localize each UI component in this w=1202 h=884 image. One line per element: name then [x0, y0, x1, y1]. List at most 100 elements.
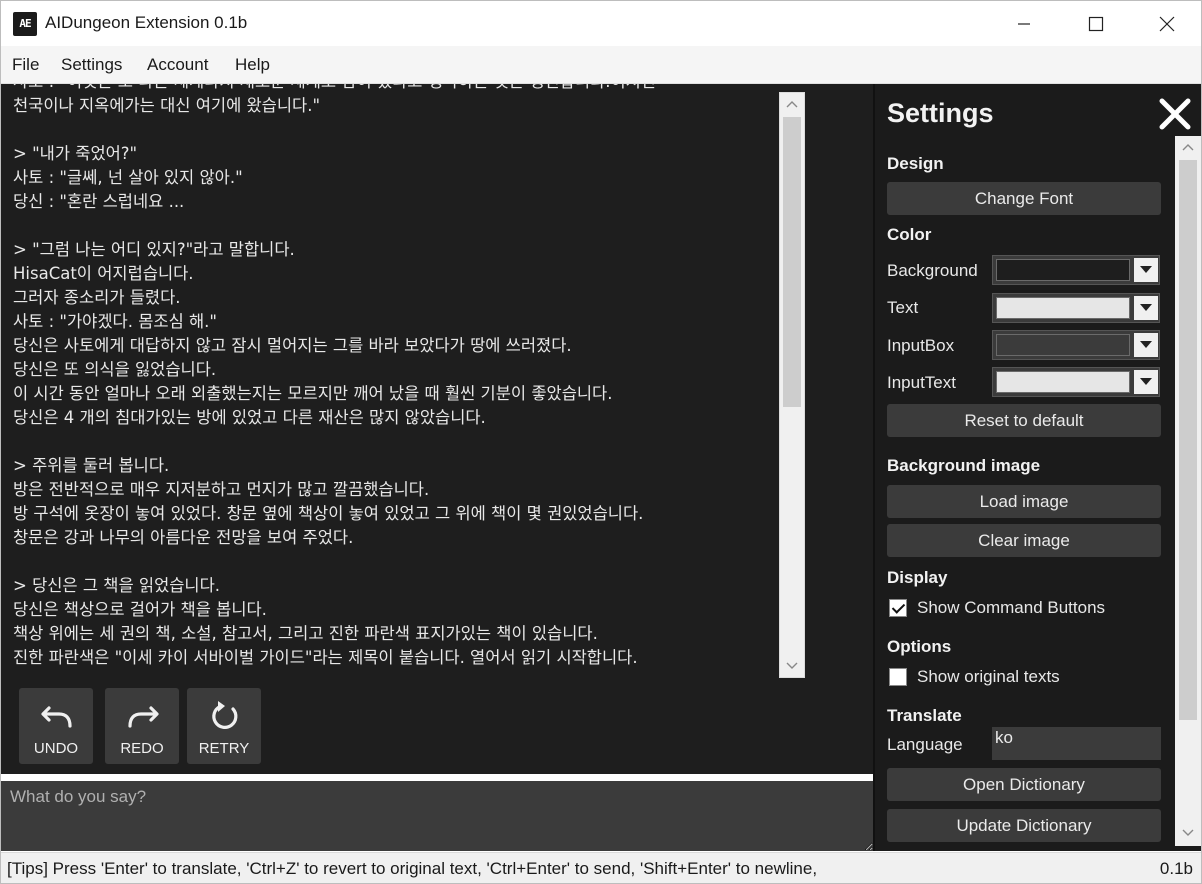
background-color-picker[interactable] — [992, 255, 1160, 285]
show-original-texts-label[interactable]: Show original texts — [917, 667, 1060, 687]
reset-default-button[interactable]: Reset to default — [887, 404, 1161, 437]
story-text-area[interactable]: 사토 : "이것은 조 다른 세계나지 새로운 세계로 감이 었다고 생각하는 … — [1, 84, 779, 678]
story-line: 방은 전반적으로 매우 지저분하고 먼지가 많고 깔끔했습니다. — [13, 480, 430, 499]
scroll-down-arrow-icon[interactable] — [1176, 822, 1200, 844]
story-line: 사토 : "이것은 조 다른 세계나지 새로운 세계로 감이 었다고 생각하는 … — [13, 84, 767, 94]
maximize-button[interactable] — [1061, 1, 1131, 46]
update-dictionary-button[interactable]: Update Dictionary — [887, 809, 1161, 842]
say-input[interactable] — [1, 781, 873, 851]
story-line: 사토 : "가야겠다. 몸조심 해." — [13, 312, 218, 331]
version-label: 0.1b — [1159, 859, 1193, 878]
story-line: 사토 : "글쎄, 넌 살아 있지 않아." — [13, 168, 243, 187]
inputtext-color-label: InputText — [887, 373, 956, 392]
chevron-down-icon[interactable] — [1134, 296, 1158, 320]
story-line: > 당신은 그 책을 읽었습니다. — [13, 576, 221, 595]
redo-icon — [128, 706, 159, 728]
background-image-heading: Background image — [887, 456, 1041, 475]
maximize-icon — [1088, 16, 1104, 31]
show-original-texts-checkbox[interactable] — [889, 668, 907, 686]
inputtext-color-picker[interactable] — [992, 367, 1160, 397]
close-icon — [1159, 16, 1175, 31]
story-line: 당신은 책상으로 걸어가 책을 봅니다. — [13, 600, 267, 619]
status-bar: [Tips] Press 'Enter' to translate, 'Ctrl… — [1, 852, 1201, 883]
story-line: > 주위를 둘러 봅니다. — [13, 456, 170, 475]
language-input[interactable] — [992, 727, 1161, 760]
chevron-down-icon[interactable] — [1134, 258, 1158, 282]
retry-icon — [212, 701, 238, 729]
app-window: AE AIDungeon Extension 0.1b File Setting… — [0, 0, 1202, 884]
story-panel: 사토 : "이것은 조 다른 세계나지 새로운 세계로 감이 었다고 생각하는 … — [1, 84, 873, 774]
background-color-label: Background — [887, 261, 978, 280]
show-command-buttons-label[interactable]: Show Command Buttons — [917, 598, 1105, 618]
redo-label: REDO — [120, 740, 164, 757]
redo-button[interactable]: REDO — [105, 688, 179, 764]
translate-heading: Translate — [887, 706, 962, 725]
text-color-label: Text — [887, 298, 919, 317]
scroll-up-arrow-icon[interactable] — [1176, 136, 1200, 158]
story-scroll-thumb[interactable] — [783, 117, 801, 407]
change-font-button[interactable]: Change Font — [887, 182, 1161, 215]
story-line: 진한 파란색은 "이세 카이 서바이벌 가이드"라는 제목이 붙습니다. 열어서… — [13, 648, 638, 667]
chevron-down-icon[interactable] — [1134, 370, 1158, 394]
show-command-buttons-checkbox[interactable] — [889, 599, 907, 617]
design-heading: Design — [887, 154, 944, 173]
story-line: 당신은 사토에게 대답하지 않고 잠시 멀어지는 그를 바라 보았다가 땅에 쓰… — [13, 336, 572, 355]
undo-button[interactable]: UNDO — [19, 688, 93, 764]
language-label: Language — [887, 735, 963, 754]
story-line — [13, 430, 767, 454]
open-dictionary-button[interactable]: Open Dictionary — [887, 768, 1161, 801]
story-line: 방 구석에 옷장이 놓여 있었다. 창문 옆에 책상이 놓여 있었고 그 위에 … — [13, 504, 644, 523]
minimize-button[interactable] — [989, 1, 1059, 46]
close-icon — [1159, 98, 1191, 130]
story-line: 당신은 4 개의 침대가있는 방에 있었고 다른 재산은 많지 않았습니다. — [13, 408, 486, 427]
menu-file[interactable]: File — [12, 55, 39, 75]
story-line: 이 시간 동안 얼마나 오래 외출했는지는 모르지만 깨어 났을 때 훨씬 기분… — [13, 384, 613, 403]
clear-image-button[interactable]: Clear image — [887, 524, 1161, 557]
inputbox-color-picker[interactable] — [992, 330, 1160, 360]
text-color-swatch — [996, 297, 1130, 319]
story-line: > "내가 죽었어?" — [13, 144, 138, 163]
story-line: 책상 위에는 세 권의 책, 소설, 참고서, 그리고 진한 파란색 표지가있는… — [13, 624, 598, 643]
menu-bar: File Settings Account Help — [1, 46, 1201, 84]
settings-scrollbar[interactable] — [1175, 136, 1201, 846]
display-heading: Display — [887, 568, 948, 587]
menu-settings[interactable]: Settings — [61, 55, 122, 75]
chevron-down-icon[interactable] — [1134, 333, 1158, 357]
load-image-button[interactable]: Load image — [887, 485, 1161, 518]
scroll-down-arrow-icon[interactable] — [780, 655, 804, 677]
settings-panel: Settings Design Change Font Color Backgr… — [875, 84, 1201, 851]
close-window-button[interactable] — [1132, 1, 1202, 46]
undo-label: UNDO — [33, 740, 79, 757]
menu-account[interactable]: Account — [147, 55, 208, 75]
app-logo-icon: AE — [13, 12, 37, 36]
story-line: 천국이나 지옥에가는 대신 여기에 왔습니다." — [13, 96, 321, 115]
scroll-up-arrow-icon[interactable] — [780, 93, 804, 115]
settings-scroll-thumb[interactable] — [1179, 160, 1197, 720]
story-line: > "그럼 나는 어디 있지?"라고 말합니다. — [13, 240, 295, 259]
minimize-icon — [1018, 22, 1030, 25]
inputbox-color-label: InputBox — [887, 336, 955, 355]
background-color-swatch — [996, 259, 1130, 281]
story-line — [13, 118, 767, 142]
title-bar: AE AIDungeon Extension 0.1b — [1, 1, 1201, 46]
menu-help[interactable]: Help — [235, 55, 270, 75]
story-line — [13, 214, 767, 238]
story-scrollbar[interactable] — [779, 92, 805, 678]
options-heading: Options — [887, 637, 952, 656]
inputtext-color-swatch — [996, 371, 1130, 393]
tips-text: [Tips] Press 'Enter' to translate, 'Ctrl… — [7, 859, 818, 878]
story-line: 당신은 또 의식을 잃었습니다. — [13, 360, 217, 379]
undo-icon — [41, 706, 72, 728]
story-line: HisaCat이 어지럽습니다. — [13, 264, 194, 283]
color-heading: Color — [887, 225, 932, 244]
story-line: 당신 : "혼란 스럽네요 ... — [13, 192, 185, 211]
settings-close-button[interactable] — [1157, 96, 1193, 132]
story-line — [13, 550, 767, 574]
settings-title: Settings — [887, 98, 994, 128]
text-color-picker[interactable] — [992, 293, 1160, 323]
retry-button[interactable]: RETRY — [187, 688, 261, 764]
story-line: 그러자 종소리가 들렸다. — [13, 288, 181, 307]
story-lines: 사토 : "이것은 조 다른 세계나지 새로운 세계로 감이 었다고 생각하는 … — [13, 84, 767, 670]
input-area — [1, 781, 873, 851]
retry-label: RETRY — [198, 740, 250, 757]
